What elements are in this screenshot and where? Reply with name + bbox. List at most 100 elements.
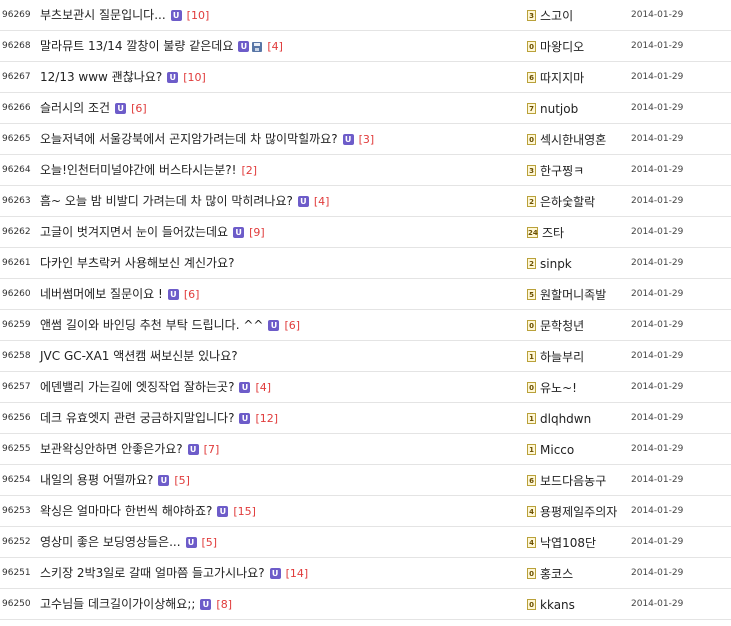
- author-cell: 0 kkans: [527, 589, 575, 620]
- post-date: 2014-01-29: [631, 351, 684, 361]
- post-title-link[interactable]: 스키장 2박3일로 갈때 얼마쯤 들고가시나요?: [40, 558, 265, 589]
- comment-count[interactable]: [7]: [204, 434, 220, 465]
- post-title-link[interactable]: 내일의 용평 어떨까요?: [40, 465, 153, 496]
- post-title-link[interactable]: 네버썸머에보 질문이요 !: [40, 279, 163, 310]
- author-name[interactable]: 하늘부리: [540, 348, 584, 365]
- author-name[interactable]: 은하숯할락: [540, 193, 595, 210]
- comment-count[interactable]: [15]: [233, 496, 256, 527]
- author-name[interactable]: 스고이: [540, 7, 573, 24]
- save-icon: [252, 41, 263, 52]
- comment-count[interactable]: [10]: [187, 0, 210, 31]
- author-name[interactable]: 따지지마: [540, 69, 584, 86]
- author-name[interactable]: sinpk: [540, 257, 572, 271]
- level-icon: 1: [527, 413, 536, 424]
- post-number: 96261: [2, 258, 31, 268]
- table-row: 96262 고글이 벗겨지면서 눈이 들어갔는데요 U [9] 24 즈타 20…: [0, 217, 731, 248]
- author-cell: 6 보드다음농구: [527, 465, 606, 496]
- author-name[interactable]: 홍코스: [540, 565, 573, 582]
- author-name[interactable]: 용평제일주의자: [540, 503, 617, 520]
- level-icon: 2: [527, 196, 536, 207]
- comment-count[interactable]: [6]: [131, 93, 147, 124]
- comment-count[interactable]: [14]: [286, 558, 309, 589]
- post-date: 2014-01-29: [631, 227, 684, 237]
- level-icon: 1: [527, 444, 536, 455]
- author-cell: 0 유노~!: [527, 372, 577, 403]
- post-title-link[interactable]: 보관왁싱안하면 안좋은가요?: [40, 434, 183, 465]
- author-name[interactable]: 마왕디오: [540, 38, 584, 55]
- post-title-link[interactable]: 12/13 www 괜찮나요?: [40, 62, 162, 93]
- post-number: 96256: [2, 413, 31, 423]
- user-badge-icon: U: [268, 320, 280, 331]
- author-name[interactable]: dlqhdwn: [540, 412, 591, 426]
- comment-count[interactable]: [6]: [284, 310, 300, 341]
- comment-count[interactable]: [5]: [202, 527, 218, 558]
- author-name[interactable]: 섹시한내영혼: [540, 131, 606, 148]
- comment-count[interactable]: [5]: [174, 465, 190, 496]
- comment-count[interactable]: [4]: [255, 372, 271, 403]
- title-cell: 흠~ 오늘 밤 비발디 가려는데 차 많이 막히려나요? U [4]: [40, 186, 329, 217]
- post-title-link[interactable]: 말라뮤트 13/14 깔창이 불량 같은데요: [40, 31, 233, 62]
- level-icon: 0: [527, 382, 536, 393]
- post-date: 2014-01-29: [631, 537, 684, 547]
- post-title-link[interactable]: 고글이 벗겨지면서 눈이 들어갔는데요: [40, 217, 228, 248]
- comment-count[interactable]: [4]: [267, 31, 283, 62]
- author-name[interactable]: Micco: [540, 443, 574, 457]
- title-cell: 12/13 www 괜찮나요? U [10]: [40, 62, 206, 93]
- author-cell: 24 즈타: [527, 217, 564, 248]
- author-cell: 2 은하숯할락: [527, 186, 595, 217]
- table-row: 96259 앤썸 길이와 바인딩 추천 부탁 드립니다. ^^ U [6] 0 …: [0, 310, 731, 341]
- post-title-link[interactable]: 다카인 부츠락커 사용해보신 계신가요?: [40, 248, 234, 279]
- title-cell: 부츠보관시 질문입니다... U [10]: [40, 0, 209, 31]
- title-cell: 영상미 좋은 보딩영상들은... U [5]: [40, 527, 217, 558]
- post-title-link[interactable]: 왁싱은 얼마마다 한번씩 해야하죠?: [40, 496, 212, 527]
- author-name[interactable]: 즈타: [542, 224, 564, 241]
- table-row: 96257 에덴밸리 가는길에 엣징작업 잘하는곳? U [4] 0 유노~! …: [0, 372, 731, 403]
- author-name[interactable]: 낙엽108단: [540, 534, 596, 551]
- post-title-link[interactable]: 에덴밸리 가는길에 엣징작업 잘하는곳?: [40, 372, 234, 403]
- user-badge-icon: U: [239, 413, 251, 424]
- comment-count[interactable]: [4]: [314, 186, 330, 217]
- post-title-link[interactable]: 고수님들 데크길이가이상해요;;: [40, 589, 195, 620]
- comment-count[interactable]: [9]: [249, 217, 265, 248]
- author-name[interactable]: 보드다음농구: [540, 472, 606, 489]
- post-number: 96252: [2, 537, 31, 547]
- author-name[interactable]: 한구찡ㅋ: [540, 162, 584, 179]
- post-title-link[interactable]: 흠~ 오늘 밤 비발디 가려는데 차 많이 막히려나요?: [40, 186, 293, 217]
- level-icon: 2: [527, 258, 536, 269]
- level-icon: 0: [527, 599, 536, 610]
- post-date: 2014-01-29: [631, 258, 684, 268]
- post-title-link[interactable]: 앤썸 길이와 바인딩 추천 부탁 드립니다. ^^: [40, 310, 263, 341]
- post-number: 96267: [2, 72, 31, 82]
- post-number: 96263: [2, 196, 31, 206]
- comment-count[interactable]: [8]: [216, 589, 232, 620]
- post-title-link[interactable]: 오늘!인천터미널야간에 버스타시는분?!: [40, 155, 236, 186]
- author-name[interactable]: kkans: [540, 598, 575, 612]
- comment-count[interactable]: [12]: [255, 403, 278, 434]
- post-number: 96258: [2, 351, 31, 361]
- title-cell: 내일의 용평 어떨까요? U [5]: [40, 465, 190, 496]
- post-title-link[interactable]: 부츠보관시 질문입니다...: [40, 0, 166, 31]
- post-number: 96259: [2, 320, 31, 330]
- post-title-link[interactable]: 오늘저녁에 서울강북에서 곤지암가려는데 차 많이막힐까요?: [40, 124, 338, 155]
- post-title-link[interactable]: 슬러시의 조건: [40, 93, 110, 124]
- author-name[interactable]: 유노~!: [540, 379, 577, 396]
- post-title-link[interactable]: 데크 유효엣지 관련 궁금하지말입니다?: [40, 403, 234, 434]
- post-title-link[interactable]: JVC GC-XA1 액션캠 써보신분 있나요?: [40, 341, 238, 372]
- table-row: 96260 네버썸머에보 질문이요 ! U [6] 5 원할머니족발 2014-…: [0, 279, 731, 310]
- comment-count[interactable]: [10]: [183, 62, 206, 93]
- post-date: 2014-01-29: [631, 103, 684, 113]
- author-name[interactable]: 원할머니족발: [540, 286, 606, 303]
- table-row: 96268 말라뮤트 13/14 깔창이 불량 같은데요 U [4] 0 마왕디…: [0, 31, 731, 62]
- post-date: 2014-01-29: [631, 320, 684, 330]
- user-badge-icon: U: [217, 506, 229, 517]
- comment-count[interactable]: [2]: [241, 155, 257, 186]
- comment-count[interactable]: [3]: [359, 124, 375, 155]
- table-row: 96266 슬러시의 조건 U [6] 7 nutjob 2014-01-29: [0, 93, 731, 124]
- level-icon: 4: [527, 537, 536, 548]
- author-name[interactable]: nutjob: [540, 102, 578, 116]
- author-name[interactable]: 문학청년: [540, 317, 584, 334]
- comment-count[interactable]: [6]: [184, 279, 200, 310]
- table-row: 96269 부츠보관시 질문입니다... U [10] 3 스고이 2014-0…: [0, 0, 731, 31]
- post-title-link[interactable]: 영상미 좋은 보딩영상들은...: [40, 527, 181, 558]
- post-date: 2014-01-29: [631, 599, 684, 609]
